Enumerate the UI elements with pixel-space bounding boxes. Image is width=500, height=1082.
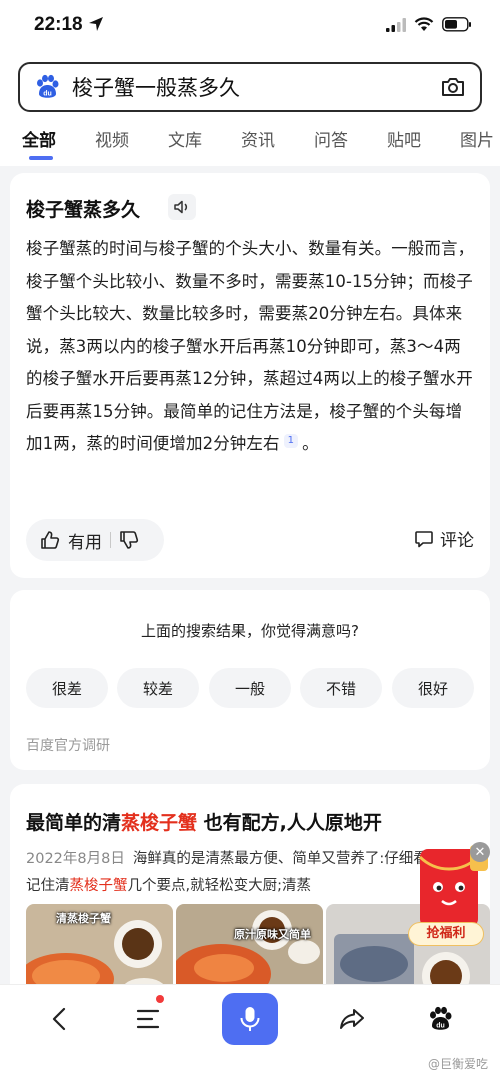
result-date: 2022年8月8日 — [26, 851, 125, 867]
status-bar: 22:18 — [0, 0, 500, 54]
snippet-highlight: 蒸梭子蟹 — [69, 878, 128, 894]
pill-divider — [110, 532, 111, 548]
useful-button[interactable]: 有用 — [68, 528, 102, 553]
answer-body: 梭子蟹蒸的时间与梭子蟹的个头大小、数量有关。一般而言，梭子蟹个头比较小、数量不多… — [26, 233, 476, 461]
battery-icon — [442, 17, 471, 32]
tab-images[interactable]: 图片 — [460, 126, 494, 151]
rating-option-bad[interactable]: 较差 — [117, 668, 199, 708]
rating-option-good[interactable]: 不错 — [300, 668, 382, 708]
search-tabs: 全部 视频 文库 资讯 问答 贴吧 图片 — [0, 120, 500, 166]
tab-video[interactable]: 视频 — [95, 126, 129, 151]
result-title-pre: 最简单的清 — [26, 812, 122, 834]
active-tab-indicator — [29, 156, 53, 160]
share-button[interactable] — [332, 999, 372, 1039]
answer-card: 梭子蟹蒸多久 梭子蟹蒸的时间与梭子蟹的个头大小、数量有关。一般而言，梭子蟹个头比… — [10, 173, 490, 578]
speaker-button[interactable] — [168, 194, 196, 220]
svg-text:du: du — [43, 91, 52, 98]
thumbs-up-icon[interactable] — [40, 530, 60, 550]
microphone-icon — [240, 1007, 260, 1031]
rating-option-very-bad[interactable]: 很差 — [26, 668, 108, 708]
chevron-left-icon — [52, 1007, 66, 1031]
answer-title: 梭子蟹蒸多久 — [26, 199, 141, 221]
survey-card: 上面的搜索结果，你觉得满意吗? 很差 较差 一般 不错 很好 百度官方调研 — [10, 590, 490, 770]
wifi-icon — [414, 17, 434, 31]
search-bar[interactable]: du 梭子蟹一般蒸多久 — [18, 62, 482, 112]
rating-option-very-good[interactable]: 很好 — [392, 668, 474, 708]
tab-wenku[interactable]: 文库 — [168, 126, 202, 151]
comment-icon — [415, 530, 433, 547]
answer-text: 梭子蟹蒸的时间与梭子蟹的个头大小、数量有关。一般而言，梭子蟹个头比较小、数量不多… — [26, 239, 475, 453]
tab-tieba[interactable]: 贴吧 — [387, 126, 421, 151]
speaker-icon — [174, 200, 188, 214]
camera-icon[interactable] — [440, 75, 466, 99]
result-thumbnail-2[interactable]: 原汁原味又简单 — [176, 904, 323, 994]
menu-button[interactable] — [128, 999, 168, 1039]
thumbnail-caption-2: 原汁原味又简单 — [234, 928, 311, 941]
crab-photo-2 — [176, 904, 323, 994]
feedback-pill: 有用 — [26, 519, 164, 561]
bottom-nav: du @巨衡爱吃 — [0, 984, 500, 1082]
result-title-post: 也有配方,人人原地开 — [197, 812, 382, 834]
survey-question: 上面的搜索结果，你觉得满意吗? — [141, 622, 359, 640]
share-arrow-icon — [340, 1009, 364, 1029]
svg-text:du: du — [436, 1023, 445, 1030]
notification-dot — [156, 995, 164, 1003]
menu-icon — [136, 1009, 160, 1029]
rating-option-average[interactable]: 一般 — [209, 668, 291, 708]
tab-qa[interactable]: 问答 — [314, 126, 348, 151]
back-button[interactable] — [40, 999, 80, 1039]
baidu-paw-icon: du — [430, 1006, 452, 1030]
result-title-highlight: 蒸梭子蟹 — [121, 812, 198, 834]
result-thumbnail-1[interactable]: 清蒸梭子蟹 — [26, 904, 173, 994]
promo-label[interactable]: 抢福利 — [408, 922, 484, 946]
tab-news[interactable]: 资讯 — [241, 126, 275, 151]
thumbnail-caption-1: 清蒸梭子蟹 — [56, 912, 111, 925]
tab-all[interactable]: 全部 — [22, 126, 56, 151]
baidu-home-button[interactable]: du — [420, 999, 460, 1039]
answer-end-punct: 。 — [302, 434, 319, 453]
status-icons — [386, 17, 472, 32]
signal-icon — [386, 17, 406, 32]
survey-source: 百度官方调研 — [26, 738, 110, 754]
comment-button[interactable]: 评论 — [414, 526, 474, 551]
result-title[interactable]: 最简单的清蒸梭子蟹 也有配方,人人原地开 — [26, 808, 382, 835]
search-header: du 梭子蟹一般蒸多久 — [0, 54, 500, 120]
baidu-paw-logo-icon: du — [37, 74, 59, 98]
comment-label: 评论 — [440, 531, 474, 551]
watermark: @巨衡爱吃 — [427, 1057, 488, 1071]
citation-marker[interactable]: 1 — [283, 434, 299, 448]
status-time: 22:18 — [34, 14, 83, 35]
promo-close-icon[interactable]: ✕ — [470, 842, 490, 862]
thumbs-down-icon[interactable] — [119, 530, 139, 550]
voice-search-button[interactable] — [222, 993, 278, 1045]
snippet-post: 几个要点,就轻松变大厨;清蒸 — [127, 878, 312, 894]
location-arrow-icon — [89, 17, 103, 31]
search-input[interactable]: 梭子蟹一般蒸多久 — [72, 72, 440, 102]
